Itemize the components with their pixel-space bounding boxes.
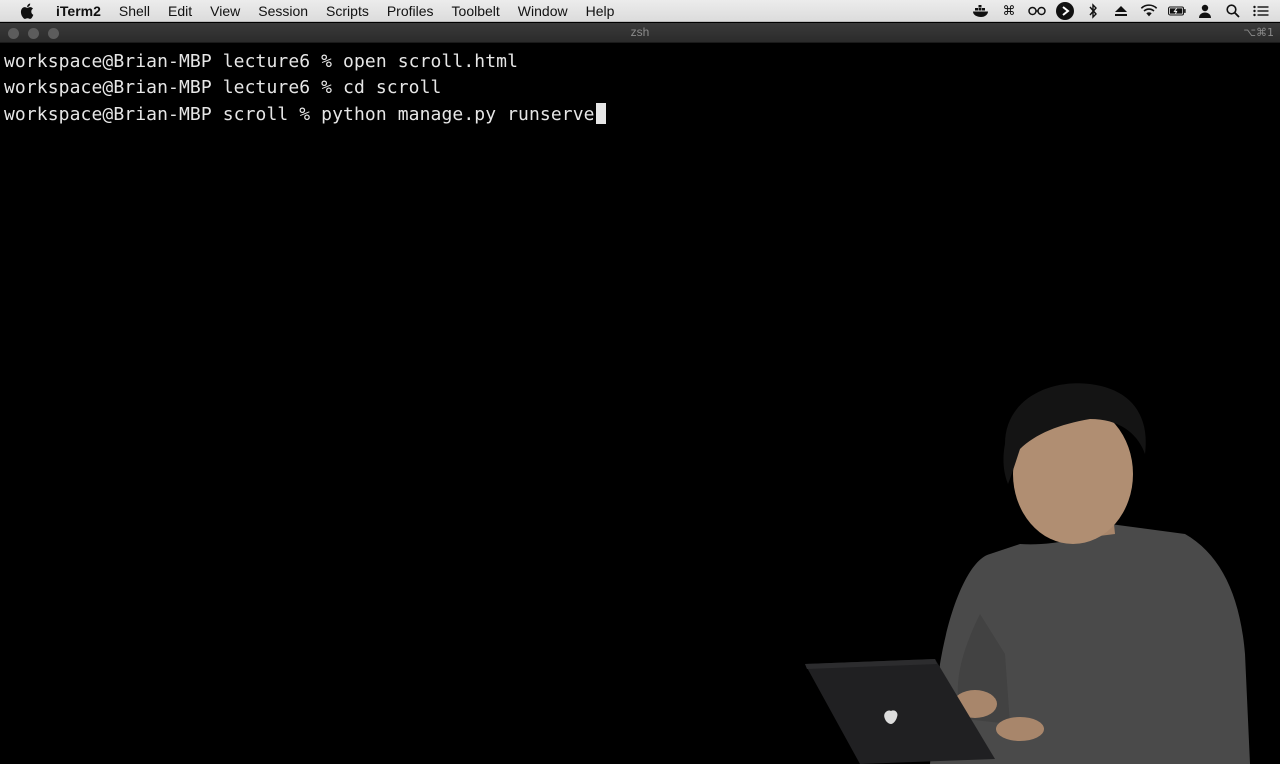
menu-view[interactable]: View: [201, 0, 249, 22]
eject-icon[interactable]: [1112, 3, 1130, 19]
bluetooth-icon[interactable]: [1084, 2, 1102, 19]
menu-iterm2[interactable]: iTerm2: [50, 0, 110, 22]
menu-toolbelt[interactable]: Toolbelt: [443, 0, 509, 22]
window-title-bar[interactable]: zsh ⌥⌘1: [0, 23, 1280, 43]
menu-scripts[interactable]: Scripts: [317, 0, 378, 22]
menu-session[interactable]: Session: [249, 0, 317, 22]
menu-shell[interactable]: Shell: [110, 0, 159, 22]
terminal-input-line[interactable]: workspace@Brian-MBP scroll % python mana…: [4, 103, 606, 125]
list-icon[interactable]: [1252, 3, 1270, 19]
battery-charging-icon[interactable]: [1168, 3, 1186, 19]
menu-bar: iTerm2 Shell Edit View Session Scripts P…: [0, 0, 1280, 22]
text-cursor: [595, 103, 606, 124]
play-circle-icon[interactable]: [1056, 1, 1074, 20]
docker-icon[interactable]: [972, 3, 990, 19]
command-input-text: workspace@Brian-MBP scroll % python mana…: [4, 104, 595, 125]
command-icon[interactable]: ⌘: [1000, 3, 1018, 19]
terminal-line: workspace@Brian-MBP lecture6 % open scro…: [4, 51, 519, 72]
user-icon[interactable]: [1196, 3, 1214, 19]
menu-edit[interactable]: Edit: [159, 0, 201, 22]
window-shortcut: ⌥⌘1: [1243, 26, 1274, 39]
status-area: ⌘: [972, 1, 1280, 20]
presenter-video-overlay: [805, 383, 1250, 764]
terminal-area[interactable]: workspace@Brian-MBP lecture6 % open scro…: [0, 44, 1280, 764]
glasses-icon[interactable]: [1028, 3, 1046, 19]
menu-window[interactable]: Window: [509, 0, 577, 22]
apple-logo-icon[interactable]: [20, 3, 34, 19]
window-title: zsh: [630, 25, 650, 39]
menu-help[interactable]: Help: [577, 0, 624, 22]
menu-profiles[interactable]: Profiles: [378, 0, 443, 22]
search-icon[interactable]: [1224, 3, 1242, 19]
wifi-icon[interactable]: [1140, 3, 1158, 19]
terminal-line: workspace@Brian-MBP lecture6 % cd scroll: [4, 77, 442, 98]
